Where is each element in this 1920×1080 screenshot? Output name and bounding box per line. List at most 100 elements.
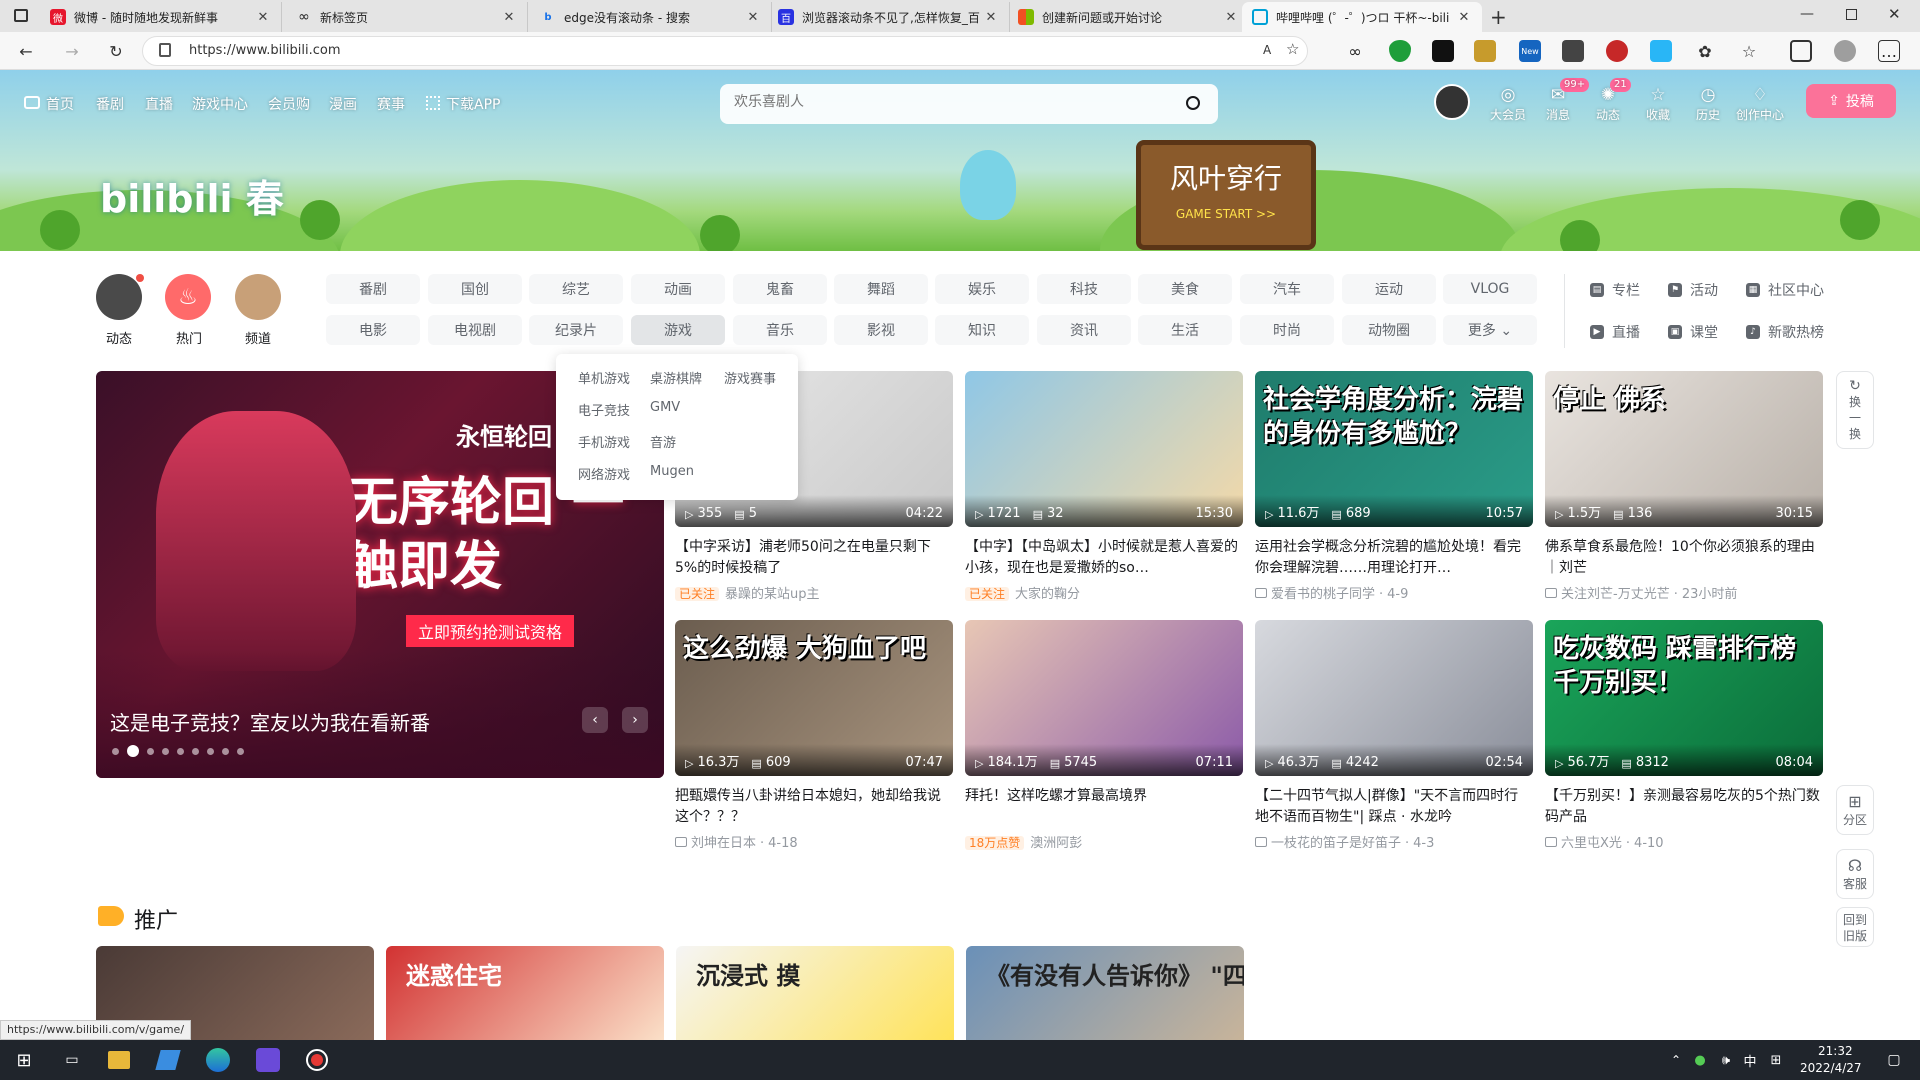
carousel-dot[interactable] — [192, 747, 199, 755]
side-activity[interactable]: ⚑ 活动 — [1668, 280, 1718, 300]
video-card[interactable]: 这么劲爆 大狗血了吧 ▷ 16.3万 ▤ 609 07:47 把甄嬛传当八卦讲给日本媳妇，她… — [675, 620, 953, 851]
video-title[interactable]: 【千万别买！】亲测最容易吃灰的5个热门数码产品 — [1545, 786, 1823, 828]
promo-thumbnail[interactable]: 沉浸式 摸 — [676, 946, 954, 1040]
nav-creator-center[interactable]: ♢ 创作中心 — [1736, 84, 1784, 123]
category-row1-9[interactable]: 汽车 — [1240, 274, 1334, 304]
category-row2-6[interactable]: 知识 — [935, 315, 1029, 345]
notification-icon[interactable]: ▢ — [1880, 1046, 1908, 1074]
category-row1-3[interactable]: 动画 — [631, 274, 725, 304]
partition-button[interactable]: ⊞ 分区 — [1836, 785, 1874, 835]
video-thumbnail[interactable]: ▷ 46.3万 ▤ 4242 02:54 — [1255, 620, 1533, 776]
video-author[interactable]: 澳洲阿彭 — [1030, 836, 1082, 851]
restore-button[interactable] — [1846, 9, 1857, 20]
video-title[interactable]: 【中字采访】浦老师50问之在电量只剩下5%的时候投稿了 — [675, 537, 953, 579]
search-input[interactable] — [734, 93, 1154, 109]
dropdown-item[interactable]: 桌游棋牌 — [650, 368, 702, 387]
category-row1-4[interactable]: 鬼畜 — [733, 274, 827, 304]
shield-ext-icon[interactable] — [1389, 40, 1411, 62]
circle-label-dynamic[interactable]: 动态 — [89, 328, 149, 347]
settings-more-icon[interactable]: … — [1878, 40, 1900, 62]
carousel-dot[interactable] — [177, 747, 184, 755]
infinity-ext-icon[interactable]: ∞ — [1344, 40, 1366, 62]
carousel-title[interactable]: 这是电子竞技？室友以为我在看新番 — [110, 707, 430, 736]
ext-icon-8[interactable] — [1650, 40, 1672, 62]
carousel-dot[interactable] — [112, 747, 119, 755]
nav-mall[interactable]: 会员购 — [268, 94, 310, 114]
carousel-dot[interactable] — [147, 747, 154, 755]
back-button[interactable]: ← — [14, 39, 38, 63]
dropdown-item[interactable]: Mugen — [650, 464, 694, 479]
video-thumbnail[interactable]: 社会学角度分析：浣碧的身份有多尴尬？ ▷ 11.6万 ▤ 689 10:57 — [1255, 371, 1533, 527]
nav-message[interactable]: ✉ 99+ 消息 — [1538, 78, 1590, 123]
nav-favorites[interactable]: ☆ 收藏 — [1638, 84, 1678, 123]
side-community[interactable]: ▦ 社区中心 — [1746, 280, 1824, 300]
new-ext-icon[interactable]: New — [1519, 40, 1541, 62]
file-explorer-icon[interactable] — [108, 1051, 130, 1069]
category-row1-5[interactable]: 舞蹈 — [834, 274, 928, 304]
download-icon[interactable] — [426, 96, 440, 110]
hot-icon[interactable]: ♨ — [165, 274, 211, 320]
category-row1-0[interactable]: 番剧 — [326, 274, 420, 304]
carousel-dot[interactable] — [237, 747, 244, 755]
video-title[interactable]: 【中字】【中岛飒太】小时候就是惹人喜爱的小孩，现在也是爱撒娇的so… — [965, 537, 1243, 579]
carousel-dot[interactable] — [162, 747, 169, 755]
channel-avatar[interactable] — [235, 274, 281, 320]
favorites-icon[interactable]: ☆ — [1738, 40, 1760, 62]
app-icon[interactable] — [256, 1048, 280, 1072]
tab-bing-search[interactable]: b edge没有滚动条 - 搜索 ✕ — [530, 2, 772, 32]
video-card[interactable]: ▷ 1721 ▤ 32 15:30 【中字】【中岛飒太】小时候就是惹人喜爱的小孩，现在也是… — [965, 371, 1243, 602]
upload-button[interactable]: ⇪ 投稿 — [1806, 84, 1896, 118]
side-classroom[interactable]: ▣ 课堂 — [1668, 322, 1718, 342]
category-row1-6[interactable]: 娱乐 — [935, 274, 1029, 304]
dropdown-item[interactable]: GMV — [650, 400, 680, 415]
category-row1-7[interactable]: 科技 — [1037, 274, 1131, 304]
nav-game-center[interactable]: 游戏中心 — [192, 94, 248, 114]
read-aloud-icon[interactable]: A — [1263, 43, 1271, 57]
ime-mode-icon[interactable]: ⊞ — [1762, 1046, 1790, 1074]
category-row2-3[interactable]: 游戏 — [631, 315, 725, 345]
old-version-button[interactable]: 回到旧版 — [1836, 907, 1874, 947]
dropdown-item[interactable]: 电子竞技 — [578, 400, 630, 419]
tab-bilibili[interactable]: 哔哩哔哩 (゜-゜)つロ 干杯~-bili ✕ — [1242, 2, 1482, 32]
video-title[interactable]: 把甄嬛传当八卦讲给日本媳妇，她却给我说这个？？？ — [675, 786, 953, 828]
close-icon[interactable]: ✕ — [1223, 10, 1239, 25]
side-column[interactable]: ▤ 专栏 — [1590, 280, 1640, 300]
video-author[interactable]: 一枝花的笛子是好笛子 — [1271, 836, 1401, 851]
category-row2-4[interactable]: 音乐 — [733, 315, 827, 345]
category-row2-7[interactable]: 资讯 — [1037, 315, 1131, 345]
nav-vip[interactable]: ◎ 大会员 — [1488, 84, 1528, 123]
video-author[interactable]: 刘坤在日本 — [691, 836, 756, 851]
video-title[interactable]: 【二十四节气拟人|群像】"天不言而四时行 地不语而百物生"| 踩点 · 水龙吟 — [1255, 786, 1533, 828]
video-card[interactable]: ▷ 184.1万 ▤ 5745 07:11 拜托！这样吃螺才算最高境界 18万点赞 澳洲阿彭 — [965, 620, 1243, 851]
windows-start-icon[interactable]: ⊞ — [10, 1046, 38, 1074]
task-view-icon[interactable]: ▭ — [58, 1046, 86, 1074]
side-live[interactable]: ▶ 直播 — [1590, 322, 1640, 342]
category-row1-1[interactable]: 国创 — [428, 274, 522, 304]
tab-discussion[interactable]: 创建新问题或开始讨论 ✕ — [1008, 2, 1250, 32]
ext-icon-6[interactable] — [1562, 40, 1584, 62]
category-row1-2[interactable]: 综艺 — [529, 274, 623, 304]
nav-download-app[interactable]: 下载APP — [446, 94, 500, 114]
video-thumbnail[interactable]: ▷ 1721 ▤ 32 15:30 — [965, 371, 1243, 527]
lock-icon[interactable] — [159, 43, 171, 57]
close-icon[interactable]: ✕ — [983, 10, 999, 25]
game-sign[interactable]: 风叶穿行 GAME START >> — [1136, 140, 1316, 250]
tab-new-tab[interactable]: ∞ 新标签页 ✕ — [286, 2, 528, 32]
close-window-button[interactable]: ✕ — [1888, 5, 1901, 23]
video-author[interactable]: 爱看书的桃子同学 — [1271, 587, 1375, 602]
url-text[interactable]: https://www.bilibili.com — [189, 43, 341, 58]
circle-label-hot[interactable]: 热门 — [159, 328, 219, 347]
search-box[interactable] — [720, 84, 1218, 124]
video-thumbnail[interactable]: ▷ 184.1万 ▤ 5745 07:11 — [965, 620, 1243, 776]
promo-thumbnail[interactable]: 迷惑住宅 — [386, 946, 664, 1040]
dropdown-item[interactable]: 单机游戏 — [578, 368, 630, 387]
tab-weibo[interactable]: 微微博 - 随时随地发现新鲜事 ✕ — [40, 2, 282, 32]
video-thumbnail[interactable]: 吃灰数码 踩雷排行榜 千万别买！ ▷ 56.7万 ▤ 8312 08:04 — [1545, 620, 1823, 776]
video-card[interactable]: ▷ 46.3万 ▤ 4242 02:54 【二十四节气拟人|群像】"天不言而四时行 地不语… — [1255, 620, 1533, 851]
new-tab-button[interactable]: + — [1490, 5, 1507, 29]
ext-icon-7[interactable] — [1606, 40, 1628, 62]
dropdown-item[interactable]: 网络游戏 — [578, 464, 630, 483]
clock-time[interactable]: 21:32 — [1818, 1044, 1853, 1058]
video-author[interactable]: 大家的鞠分 — [1015, 587, 1080, 602]
category-row1-10[interactable]: 运动 — [1342, 274, 1436, 304]
